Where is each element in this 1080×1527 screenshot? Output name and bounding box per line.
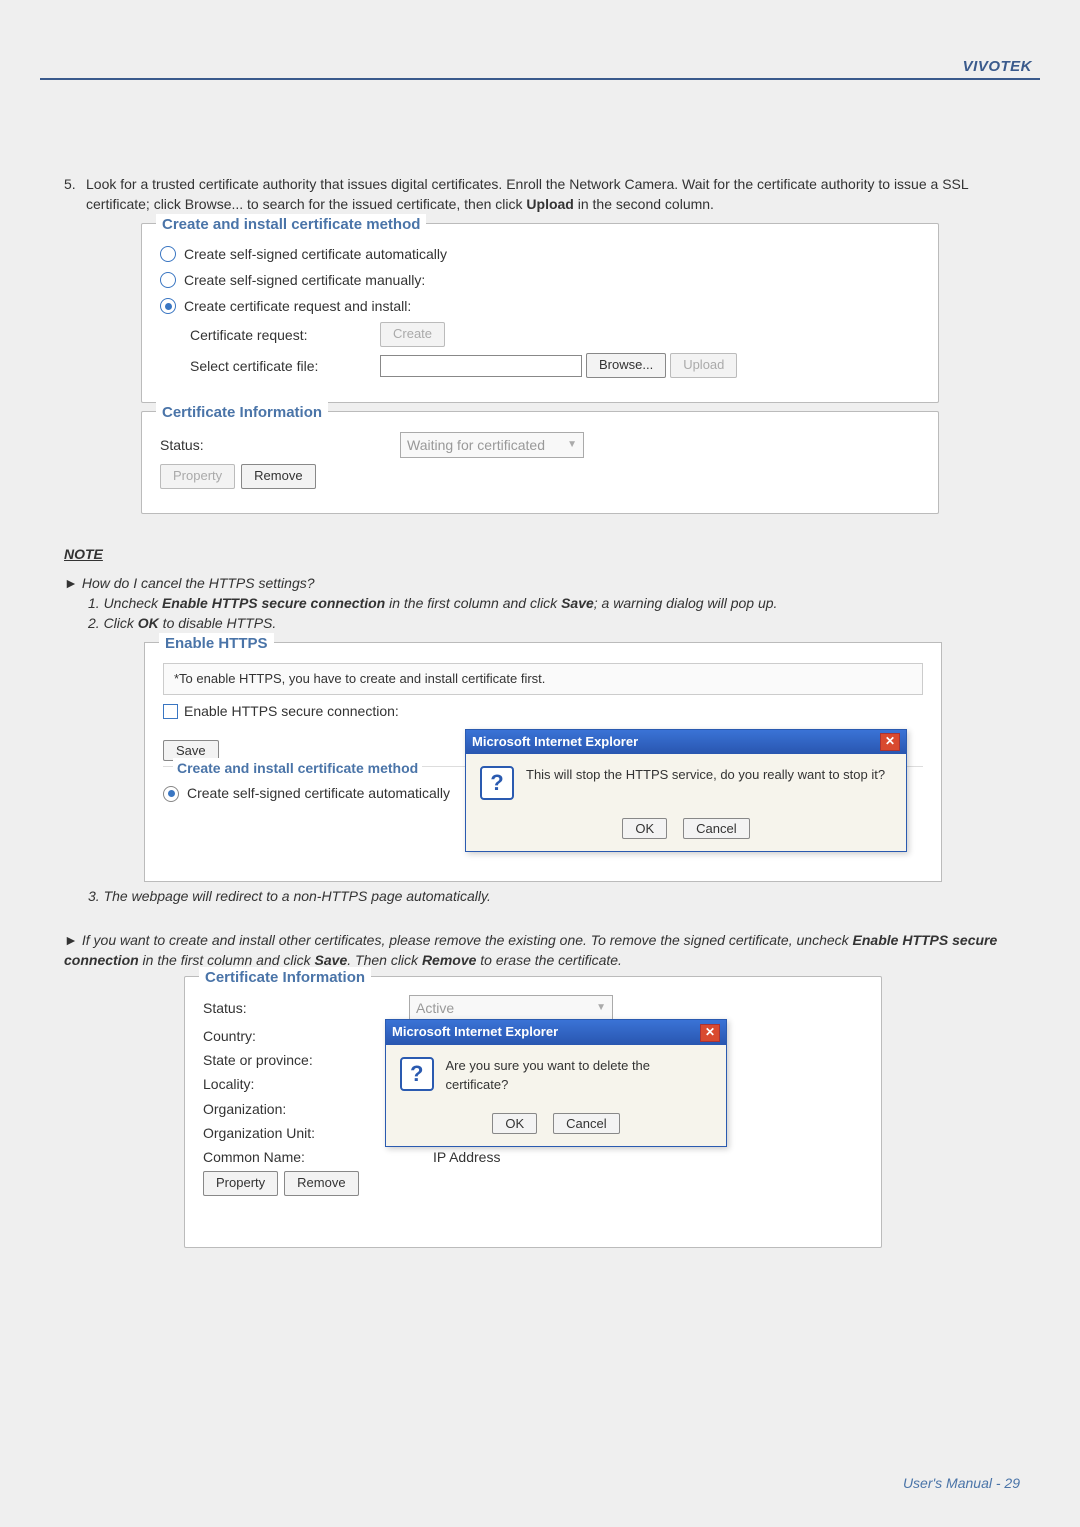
dialog-message: Are you sure you want to delete the cert… xyxy=(446,1057,713,1095)
upload-button[interactable]: Upload xyxy=(670,353,737,378)
dialog-body: ? This will stop the HTTPS service, do y… xyxy=(466,754,906,812)
state-label: State or province: xyxy=(203,1050,373,1070)
cert-request-label: Certificate request: xyxy=(190,325,380,345)
property-button[interactable]: Property xyxy=(160,464,235,489)
close-icon[interactable]: ✕ xyxy=(700,1024,720,1042)
dialog-message: This will stop the HTTPS service, do you… xyxy=(526,766,885,785)
remove-button[interactable]: Remove xyxy=(241,464,315,489)
step-text: Look for a trusted certificate authority… xyxy=(86,174,1016,215)
screenshot-cert-info: Certificate Information Status: Active▼ … xyxy=(184,976,882,1248)
radio-row-manual[interactable]: Create self-signed certificate manually: xyxy=(160,270,920,290)
close-icon[interactable]: ✕ xyxy=(880,733,900,751)
dialog-buttons: OK Cancel xyxy=(386,1107,726,1146)
ok-button[interactable]: OK xyxy=(622,818,667,839)
status-label: Status: xyxy=(160,435,400,455)
legend-cert-info-2: Certificate Information xyxy=(199,967,371,989)
step-number: 5. xyxy=(64,174,86,215)
legend-method-inner: Create and install certificate method xyxy=(173,758,422,778)
status-label: Status: xyxy=(203,998,373,1018)
howto-cancel: ►How do I cancel the HTTPS settings? 1. … xyxy=(64,573,1016,634)
ou-label: Organization Unit: xyxy=(203,1123,373,1143)
page-footer: User's Manual - 29 xyxy=(903,1475,1020,1491)
content: 5. Look for a trusted certificate author… xyxy=(0,68,1080,1288)
cert-request-row: Certificate request: Create xyxy=(190,322,920,347)
dialog-title: Microsoft Internet Explorer xyxy=(392,1023,558,1042)
question-icon: ? xyxy=(400,1057,434,1091)
property-button-2[interactable]: Property xyxy=(203,1171,278,1196)
dialog-delete-cert: Microsoft Internet Explorer ✕ ? Are you … xyxy=(385,1019,727,1146)
legend-cert-method: Create and install certificate method xyxy=(156,214,426,236)
checkbox-icon[interactable] xyxy=(163,704,178,719)
radio-row-auto[interactable]: Create self-signed certificate automatic… xyxy=(160,244,920,264)
note-heading: NOTE xyxy=(64,544,1016,564)
country-label: Country: xyxy=(203,1026,373,1046)
question-icon: ? xyxy=(480,766,514,800)
file-input[interactable] xyxy=(380,355,582,377)
remove-button-2[interactable]: Remove xyxy=(284,1171,358,1196)
fieldset-cert-info: Certificate Information Status: Waiting … xyxy=(141,411,939,514)
dialog-buttons: OK Cancel xyxy=(466,812,906,851)
cn-value: IP Address xyxy=(433,1147,500,1167)
arrow-icon: ► xyxy=(64,573,78,593)
page: VIVOTEK 5. Look for a trusted certificat… xyxy=(0,0,1080,1527)
enable-https-note: *To enable HTTPS, you have to create and… xyxy=(163,663,923,696)
enable-https-row[interactable]: Enable HTTPS secure connection: xyxy=(163,701,923,721)
header-band: VIVOTEK xyxy=(0,0,1080,68)
radio-icon[interactable] xyxy=(163,786,179,802)
browse-button[interactable]: Browse... xyxy=(586,353,666,378)
cancel-button[interactable]: Cancel xyxy=(553,1113,619,1134)
arrow-icon: ► xyxy=(64,930,78,950)
radio-icon[interactable] xyxy=(160,246,176,262)
brand-label: VIVOTEK xyxy=(963,58,1032,75)
radio-row-request[interactable]: Create certificate request and install: xyxy=(160,296,920,316)
dialog-title: Microsoft Internet Explorer xyxy=(472,733,638,752)
howto-remove: ►If you want to create and install other… xyxy=(64,930,1016,971)
org-label: Organization: xyxy=(203,1099,373,1119)
select-file-label: Select certificate file: xyxy=(190,356,380,376)
ok-button[interactable]: OK xyxy=(492,1113,537,1134)
fieldset-cert-method: Create and install certificate method Cr… xyxy=(141,223,939,404)
dialog-body: ? Are you sure you want to delete the ce… xyxy=(386,1045,726,1107)
status-select-2[interactable]: Active▼ xyxy=(409,995,613,1021)
chevron-down-icon: ▼ xyxy=(567,438,577,453)
cn-label: Common Name: xyxy=(203,1147,373,1167)
header-rule xyxy=(40,56,1040,80)
status-select[interactable]: Waiting for certificated▼ xyxy=(400,432,584,458)
cancel-button[interactable]: Cancel xyxy=(683,818,749,839)
radio-icon-selected[interactable] xyxy=(160,298,176,314)
create-button[interactable]: Create xyxy=(380,322,445,347)
radio-icon[interactable] xyxy=(160,272,176,288)
legend-enable-https: Enable HTTPS xyxy=(159,633,274,655)
step-5: 5. Look for a trusted certificate author… xyxy=(64,174,1016,215)
save-button[interactable]: Save xyxy=(163,740,219,761)
dialog-titlebar: Microsoft Internet Explorer ✕ xyxy=(386,1020,726,1045)
step-3-redirect: 3. The webpage will redirect to a non-HT… xyxy=(88,886,1016,906)
legend-cert-info: Certificate Information xyxy=(156,402,328,424)
dialog-stop-https: Microsoft Internet Explorer ✕ ? This wil… xyxy=(465,729,907,853)
select-file-row: Select certificate file: Browse... Uploa… xyxy=(190,353,920,378)
status-row: Status: Waiting for certificated▼ xyxy=(160,432,920,458)
screenshot-enable-https: Enable HTTPS *To enable HTTPS, you have … xyxy=(144,642,942,882)
chevron-down-icon: ▼ xyxy=(596,1001,606,1016)
locality-label: Locality: xyxy=(203,1074,373,1094)
cert-info-buttons: Property Remove xyxy=(160,464,920,489)
dialog-titlebar: Microsoft Internet Explorer ✕ xyxy=(466,730,906,755)
